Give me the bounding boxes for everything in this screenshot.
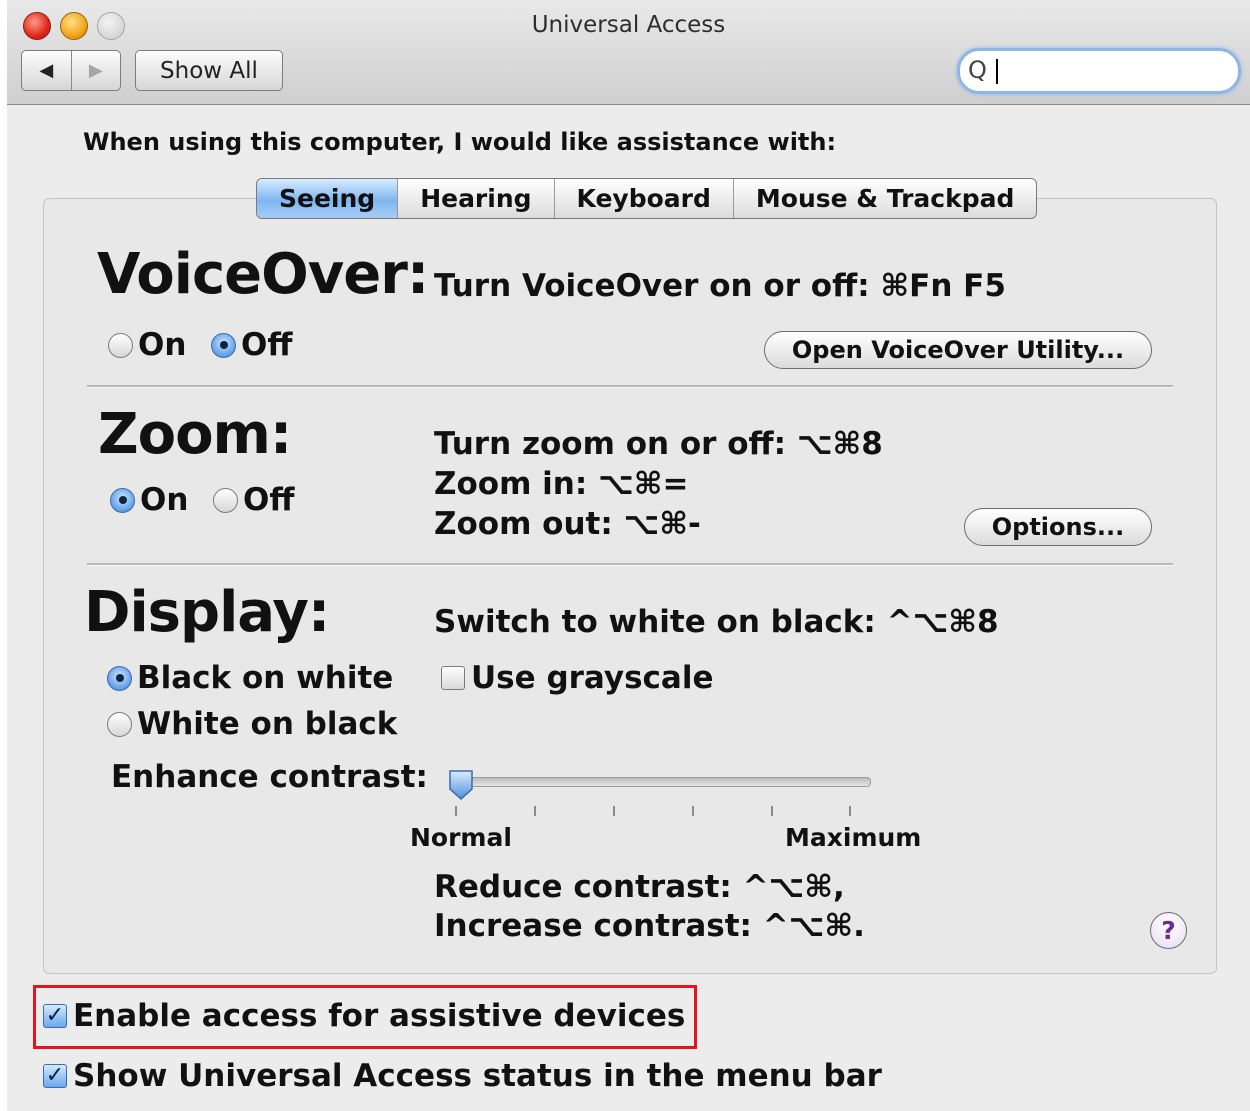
checkmark-icon: ✓: [43, 1004, 67, 1028]
radio-off-indicator: [213, 487, 238, 513]
assistive-devices-label: Enable access for assistive devices: [73, 998, 686, 1034]
window-title: Universal Access: [531, 12, 726, 38]
zoom-on-label: On: [140, 482, 189, 518]
reduce-contrast-shortcut: Reduce contrast: ^⌥⌘,: [434, 869, 845, 905]
use-grayscale-label: Use grayscale: [471, 660, 714, 696]
zoom-on-radio[interactable]: On: [110, 482, 188, 518]
voiceover-shortcut: Turn VoiceOver on or off: ⌘Fn F5: [434, 268, 1006, 304]
voiceover-on-label: On: [138, 327, 187, 363]
voiceover-heading: VoiceOver:: [97, 242, 429, 307]
checkbox-unchecked-indicator: [441, 666, 465, 690]
search-icon: Q: [968, 56, 987, 84]
open-voiceover-utility-button[interactable]: Open VoiceOver Utility...: [764, 331, 1152, 369]
title-bar: Universal Access ◀ ▶ Show All Q: [7, 0, 1250, 105]
black-on-white-label: Black on white: [137, 660, 394, 696]
back-arrow-icon: ◀: [39, 60, 54, 81]
zoom-in-shortcut: Zoom in: ⌥⌘=: [434, 466, 689, 502]
radio-off-indicator: [108, 332, 133, 358]
forward-arrow-icon: ▶: [88, 60, 103, 81]
contrast-slider-track[interactable]: [451, 777, 871, 787]
slider-tick: [534, 806, 536, 816]
menu-bar-status-checkbox[interactable]: ✓ Show Universal Access status in the me…: [43, 1058, 882, 1094]
display-shortcut: Switch to white on black: ^⌥⌘8: [434, 604, 999, 640]
zoom-options-button[interactable]: Options...: [964, 508, 1152, 546]
contrast-min-label: Normal: [410, 823, 512, 852]
increase-contrast-shortcut: Increase contrast: ^⌥⌘.: [434, 908, 865, 944]
zoom-heading: Zoom:: [98, 402, 292, 467]
radio-selected-indicator: [107, 665, 132, 691]
display-heading: Display:: [84, 580, 330, 645]
show-all-button[interactable]: Show All: [135, 50, 283, 91]
section-divider: [87, 563, 1173, 566]
slider-tick: [613, 806, 615, 816]
zoom-off-radio[interactable]: Off: [213, 482, 294, 518]
use-grayscale-checkbox[interactable]: Use grayscale: [441, 660, 714, 696]
slider-tick: [849, 806, 851, 816]
voiceover-on-radio[interactable]: On: [108, 327, 186, 363]
zoom-out-shortcut: Zoom out: ⌥⌘-: [434, 506, 701, 542]
section-divider: [87, 385, 1173, 388]
tab-keyboard[interactable]: Keyboard: [553, 179, 733, 218]
checkmark-icon: ✓: [43, 1064, 67, 1088]
assistance-prompt: When using this computer, I would like a…: [83, 128, 837, 156]
voiceover-off-radio[interactable]: Off: [211, 327, 292, 363]
slider-tick: [692, 806, 694, 816]
white-on-black-radio[interactable]: White on black: [107, 706, 397, 742]
contrast-slider-thumb[interactable]: [448, 769, 474, 801]
assistive-devices-checkbox[interactable]: ✓ Enable access for assistive devices: [43, 998, 685, 1034]
preferences-window: Universal Access ◀ ▶ Show All Q When usi…: [7, 0, 1250, 1111]
tab-bar: Seeing Hearing Keyboard Mouse & Trackpad: [256, 178, 1038, 219]
back-button[interactable]: ◀: [22, 51, 71, 90]
menu-bar-status-label: Show Universal Access status in the menu…: [73, 1058, 882, 1094]
slider-tick: [771, 806, 773, 816]
radio-selected-indicator: [211, 332, 236, 358]
contrast-max-label: Maximum: [785, 823, 922, 852]
black-on-white-radio[interactable]: Black on white: [107, 660, 393, 696]
slider-tick: [455, 806, 457, 816]
voiceover-off-label: Off: [241, 327, 293, 363]
forward-button[interactable]: ▶: [70, 51, 121, 90]
text-cursor: [996, 59, 998, 84]
back-forward-control: ◀ ▶: [21, 50, 121, 91]
zoom-toggle-shortcut: Turn zoom on or off: ⌥⌘8: [434, 426, 883, 462]
tab-seeing[interactable]: Seeing: [257, 179, 398, 218]
radio-off-indicator: [107, 711, 132, 737]
enhance-contrast-label: Enhance contrast:: [111, 759, 428, 795]
radio-selected-indicator: [110, 487, 135, 513]
tab-hearing[interactable]: Hearing: [397, 179, 553, 218]
zoom-off-label: Off: [243, 482, 295, 518]
search-field[interactable]: Q: [957, 48, 1241, 94]
white-on-black-label: White on black: [137, 706, 398, 742]
tab-mouse-trackpad[interactable]: Mouse & Trackpad: [732, 179, 1037, 218]
help-button[interactable]: ?: [1150, 912, 1187, 949]
